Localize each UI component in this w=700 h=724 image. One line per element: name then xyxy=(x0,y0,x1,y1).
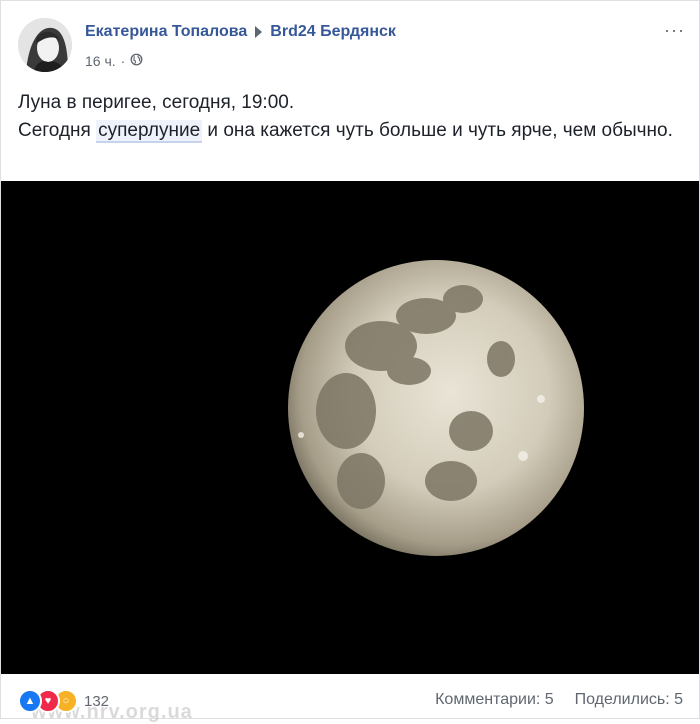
shares-count-link[interactable]: Поделились: 5 xyxy=(575,691,683,708)
like-icon: ▲ xyxy=(18,689,42,713)
post-stats: Комментарии: 5 Поделились: 5 xyxy=(435,691,683,709)
text-fragment: Сегодня xyxy=(18,120,97,141)
post-photo[interactable] xyxy=(1,181,699,674)
post-text-line-1: Луна в перигее, сегодня, 19:00. xyxy=(18,92,295,113)
facebook-post: Екатерина Топалова Brd24 Бердянск ··· 16… xyxy=(0,0,700,723)
globe-icon[interactable] xyxy=(130,53,143,69)
moon-image xyxy=(1,181,699,674)
text-fragment: и она кажется чуть больше и чуть ярче, ч… xyxy=(202,120,673,141)
author-line: Екатерина Топалова Brd24 Бердянск xyxy=(85,23,396,41)
post-timestamp[interactable]: 16 ч. xyxy=(85,53,116,69)
group-name[interactable]: Brd24 Бердянск xyxy=(270,23,396,41)
hashtag-link[interactable]: суперлуние xyxy=(96,120,203,143)
more-options-button[interactable]: ··· xyxy=(664,21,685,39)
meta-separator: · xyxy=(120,53,126,69)
author-name[interactable]: Екатерина Топалова xyxy=(85,23,247,41)
post-text-line-2: Сегодня суперлуние и она кажется чуть бо… xyxy=(18,117,681,145)
avatar-photo xyxy=(18,18,72,72)
arrow-right-icon xyxy=(255,26,263,38)
post-meta: 16 ч. · xyxy=(85,53,143,69)
comments-count-link[interactable]: Комментарии: 5 xyxy=(435,691,554,708)
author-avatar[interactable] xyxy=(18,18,72,72)
post-text: Луна в перигее, сегодня, 19:00. Сегодня … xyxy=(18,89,681,145)
